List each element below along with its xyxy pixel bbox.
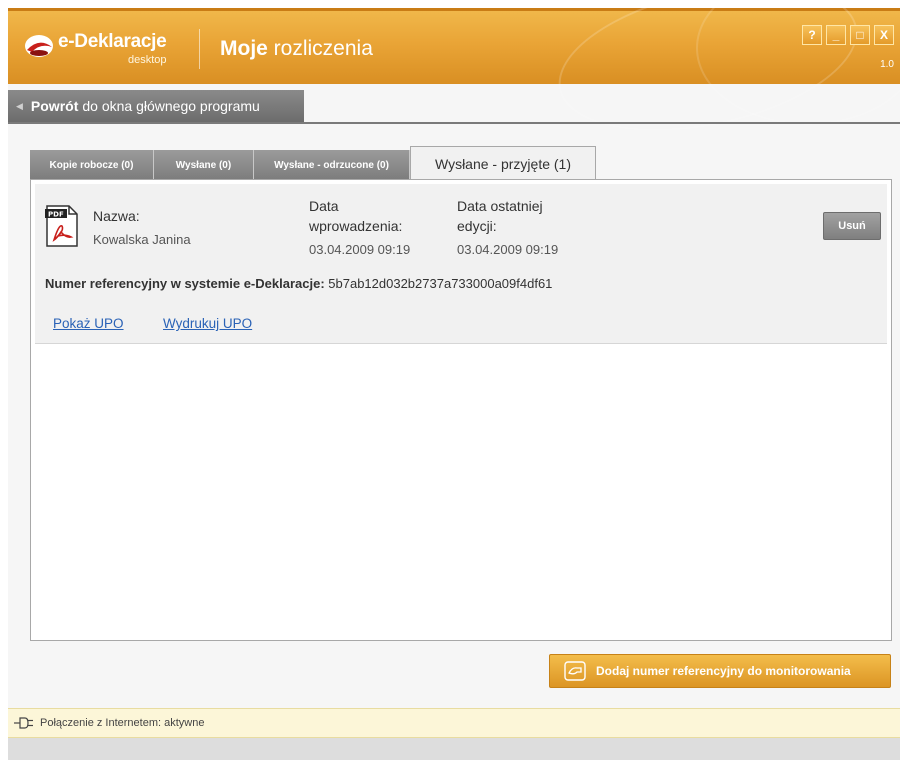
back-label-bold: Powrót bbox=[30, 98, 79, 114]
page-title-rest: rozliczenia bbox=[267, 37, 373, 60]
show-upo-link[interactable]: Pokaż UPO bbox=[53, 316, 124, 331]
edit-date-label-2: edycji: bbox=[457, 218, 497, 234]
bottom-strip bbox=[8, 738, 900, 760]
app-logo: e-Deklaracje desktop bbox=[24, 29, 184, 73]
edit-date-value: 03.04.2009 09:19 bbox=[457, 242, 559, 257]
connection-status: Połączenie z Internetem: aktywne bbox=[40, 717, 205, 729]
tab-sent[interactable]: Wysłane (0) bbox=[154, 150, 254, 180]
pdf-icon: PDF bbox=[45, 205, 78, 247]
reference-number-line: Numer referencyjny w systemie e-Deklarac… bbox=[45, 276, 552, 291]
page-title-bold: Moje bbox=[220, 37, 268, 60]
plug-icon bbox=[14, 717, 33, 729]
add-reference-icon bbox=[564, 661, 586, 681]
svg-text:PDF: PDF bbox=[48, 211, 64, 219]
logo-mark-icon bbox=[25, 35, 53, 57]
entry-date-value: 03.04.2009 09:19 bbox=[309, 242, 411, 257]
delete-button[interactable]: Usuń bbox=[823, 212, 881, 240]
back-label-rest: do okna głównego programu bbox=[82, 98, 260, 114]
page-title: Moje rozliczenia bbox=[220, 37, 373, 61]
back-button[interactable]: ◀ Powrót do okna głównego programu bbox=[8, 90, 304, 122]
version-label: 1.0 bbox=[880, 59, 894, 70]
entry-date-label-2: wprowadzenia: bbox=[309, 218, 403, 234]
window-controls: ? _ □ X bbox=[802, 25, 894, 45]
tab-drafts[interactable]: Kopie robocze (0) bbox=[30, 150, 154, 180]
app-window: e-Deklaracje desktop Moje rozliczenia ? … bbox=[8, 8, 900, 760]
print-upo-link[interactable]: Wydrukuj UPO bbox=[163, 316, 252, 331]
edit-date-label-1: Data ostatniej bbox=[457, 198, 543, 214]
entry-date-label-1: Data bbox=[309, 198, 339, 214]
name-label: Nazwa: bbox=[93, 208, 140, 224]
add-reference-button[interactable]: Dodaj numer referencyjny do monitorowani… bbox=[549, 654, 891, 688]
add-reference-label: Dodaj numer referencyjny do monitorowani… bbox=[596, 664, 851, 678]
name-value: Kowalska Janina bbox=[93, 232, 191, 247]
reference-label: Numer referencyjny w systemie e-Deklarac… bbox=[45, 276, 325, 291]
maximize-button[interactable]: □ bbox=[850, 25, 870, 45]
tab-sent-rejected[interactable]: Wysłane - odrzucone (0) bbox=[254, 150, 410, 180]
list-item: PDF Nazwa: Kowalska Janina Data wprowadz… bbox=[35, 184, 887, 344]
app-brand-sub: desktop bbox=[128, 54, 167, 66]
minimize-button[interactable]: _ bbox=[826, 25, 846, 45]
declarations-list: PDF Nazwa: Kowalska Janina Data wprowadz… bbox=[30, 179, 892, 641]
status-bar: Połączenie z Internetem: aktywne bbox=[8, 708, 900, 738]
title-divider bbox=[199, 29, 200, 69]
tab-sent-accepted[interactable]: Wysłane - przyjęte (1) bbox=[410, 146, 596, 180]
tab-bar: Kopie robocze (0) Wysłane (0) Wysłane - … bbox=[30, 146, 596, 180]
app-brand: e-Deklaracje bbox=[58, 31, 167, 52]
title-bar[interactable]: e-Deklaracje desktop Moje rozliczenia ? … bbox=[8, 8, 900, 156]
close-button[interactable]: X bbox=[874, 25, 894, 45]
reference-value: 5b7ab12d032b2737a733000a09f4df61 bbox=[328, 276, 553, 291]
back-arrow-icon: ◀ bbox=[16, 100, 23, 111]
back-bar-line bbox=[8, 122, 900, 124]
help-button[interactable]: ? bbox=[802, 25, 822, 45]
